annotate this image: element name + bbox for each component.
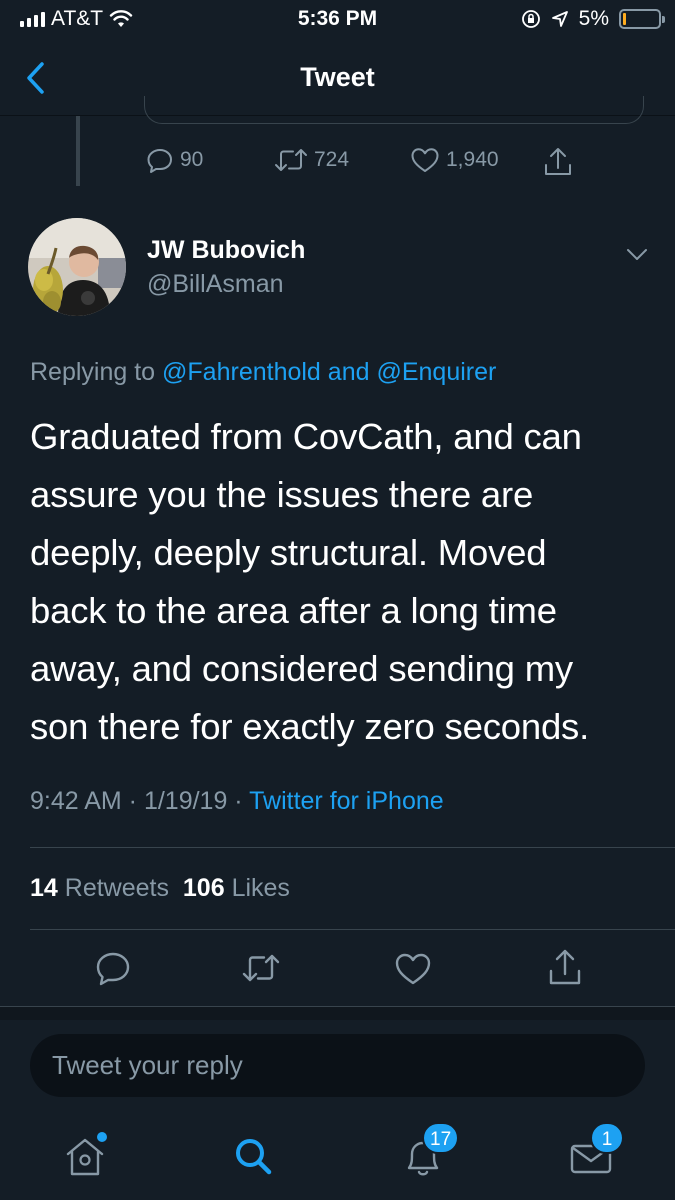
battery-percent: 5%	[578, 7, 609, 30]
replying-to-line: Replying to @Fahrenthold and @Enquirer	[30, 358, 496, 387]
tweet-timestamp: 9:42 AM · 1/19/19 ·	[30, 787, 243, 815]
tweet-source-link[interactable]: Twitter for iPhone	[249, 787, 444, 815]
reply-icon	[147, 149, 172, 173]
home-new-dot	[97, 1132, 107, 1142]
tab-search[interactable]	[228, 1132, 278, 1180]
nav-title: Tweet	[300, 62, 375, 92]
divider	[30, 847, 675, 848]
battery-fill	[623, 13, 626, 25]
status-bar: AT&T 5:36 PM 5%	[0, 0, 675, 40]
share-icon	[545, 148, 571, 175]
parent-retweet-count: 724	[314, 148, 350, 171]
tweet-action-bar	[0, 946, 675, 990]
reply-composer[interactable]	[30, 1034, 645, 1097]
quoted-tweet-card[interactable]	[144, 96, 644, 124]
retweet-count: 14	[30, 874, 58, 902]
share-icon[interactable]	[545, 946, 585, 990]
like-icon	[411, 148, 439, 172]
retweet-icon	[275, 149, 307, 171]
section-divider	[0, 1006, 675, 1020]
status-bar-right: 5%	[521, 7, 665, 31]
like-count: 106	[182, 874, 225, 902]
parent-tweet-actions: 90 724 1,940	[0, 146, 675, 186]
retweets-stat[interactable]: 14 Retweets	[30, 874, 169, 902]
tab-home[interactable]	[60, 1132, 110, 1180]
messages-badge: 1	[590, 1122, 624, 1154]
parent-reply-action[interactable]: 90	[146, 146, 203, 174]
chevron-down-icon[interactable]	[623, 242, 651, 266]
avatar[interactable]	[28, 218, 126, 316]
replying-prefix: Replying to	[30, 358, 156, 386]
search-icon	[236, 1139, 272, 1175]
mention-link-2[interactable]: @Enquirer	[376, 358, 496, 386]
mention-link-1[interactable]: @Fahrenthold	[162, 358, 321, 386]
notifications-badge: 17	[422, 1122, 460, 1154]
lock-rotation-icon	[521, 10, 540, 28]
tab-messages[interactable]: 1	[566, 1122, 624, 1180]
tab-notifications[interactable]: 17	[398, 1122, 460, 1180]
likes-label: Likes	[231, 874, 290, 902]
parent-like-action[interactable]: 1,940	[410, 146, 499, 174]
parent-reply-count: 90	[180, 148, 204, 171]
reply-input[interactable]	[30, 1034, 645, 1097]
user-handle[interactable]: @BillAsman	[147, 270, 284, 299]
parent-retweet-action[interactable]: 724	[274, 146, 349, 174]
parent-share-action[interactable]	[543, 146, 573, 178]
tweet-text: Graduated from CovCath, and can assure y…	[30, 416, 590, 747]
tweet-meta: 9:42 AM · 1/19/19 · Twitter for iPhone	[30, 787, 444, 816]
location-arrow-icon	[551, 11, 568, 27]
reply-icon[interactable]	[93, 946, 133, 990]
like-icon[interactable]	[393, 946, 433, 990]
replying-and[interactable]: and	[328, 358, 370, 386]
engagement-stats: 14 Retweets 106 Likes	[30, 874, 290, 903]
battery-icon	[619, 9, 665, 29]
retweets-label: Retweets	[64, 874, 169, 902]
likes-stat[interactable]: 106 Likes	[183, 874, 290, 902]
tab-bar: 17 1	[0, 1110, 675, 1200]
divider	[30, 929, 675, 930]
parent-like-count: 1,940	[446, 148, 499, 171]
retweet-icon[interactable]	[241, 946, 281, 990]
display-name[interactable]: JW Bubovich	[147, 236, 305, 265]
